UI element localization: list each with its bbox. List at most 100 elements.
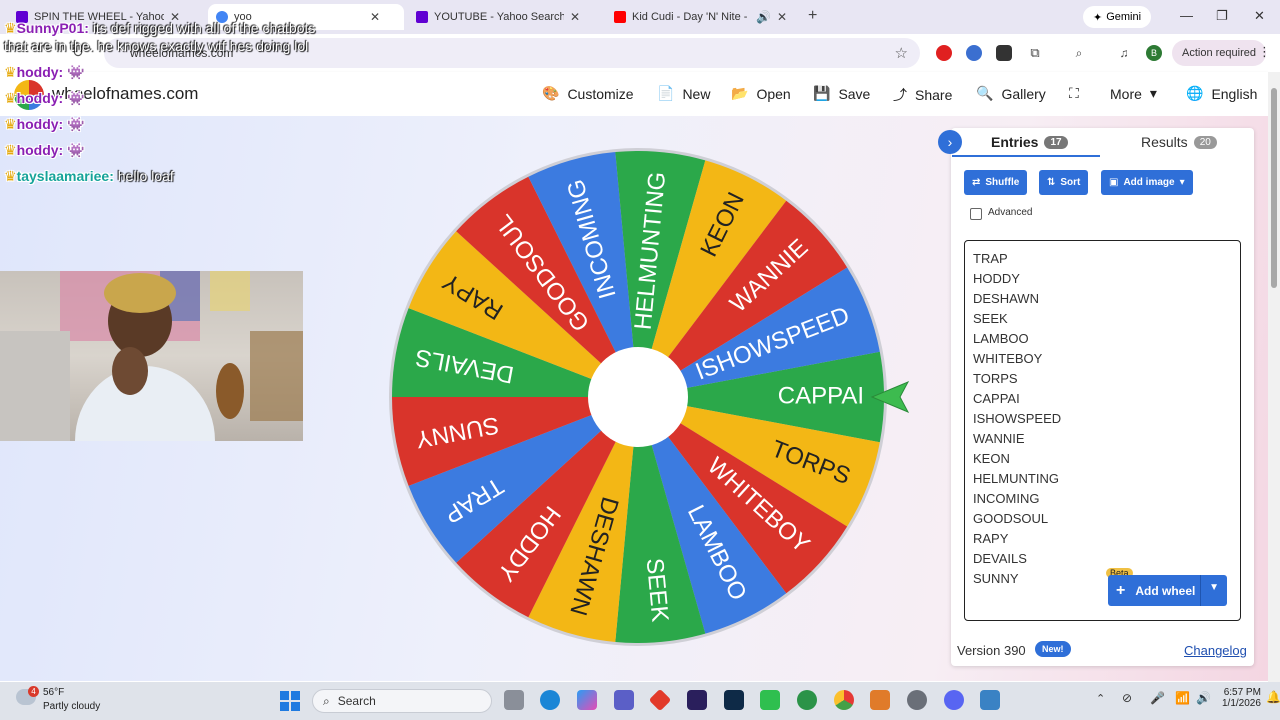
chat-message: ♛hoddy: 👾 <box>4 142 85 159</box>
entry-item[interactable]: HELMUNTING <box>973 469 1061 489</box>
add-image-label: Add image <box>1123 177 1175 188</box>
entry-item[interactable]: RAPY <box>973 529 1061 549</box>
network-off-icon[interactable]: ⊘ <box>1122 691 1132 705</box>
name-wheel[interactable]: CAPPAITORPSWHITEBOYLAMBOOSEEKDESHAWNHODD… <box>388 147 888 647</box>
weather-temperature[interactable]: 56°F <box>43 687 64 698</box>
microphone-icon[interactable]: 🎤 <box>1150 691 1165 705</box>
collapse-panel-button[interactable]: › <box>938 130 962 154</box>
gemini-button[interactable]: ✦ Gemini <box>1083 6 1152 28</box>
tab-results[interactable]: Results 20 <box>1141 134 1217 150</box>
crown-icon: ♛ <box>4 64 17 80</box>
fullscreen-button[interactable]: ⛶ <box>1069 85 1079 102</box>
tab-entries-label: Entries <box>991 134 1039 150</box>
search-icon: 🔍 <box>976 85 994 101</box>
close-tab-icon[interactable]: ✕ <box>777 10 787 24</box>
extension-dark-icon[interactable] <box>996 45 1012 61</box>
windows-taskbar <box>0 682 1280 720</box>
chat-message: that are in the. he knows exactly wtf he… <box>4 38 308 54</box>
orange-app-icon[interactable] <box>870 690 890 710</box>
entry-item[interactable]: SUNNY <box>973 569 1061 589</box>
streaming-app-icon[interactable] <box>760 690 780 710</box>
entry-item[interactable]: TRAP <box>973 249 1061 269</box>
bookmark-star-icon[interactable]: ☆ <box>895 44 908 62</box>
chevron-up-icon[interactable]: ⌃ <box>1096 692 1105 705</box>
close-tab-icon[interactable]: ✕ <box>570 10 580 24</box>
entry-item[interactable]: TORPS <box>973 369 1061 389</box>
close-tab-icon[interactable]: ✕ <box>370 10 380 24</box>
extensions-puzzle-icon[interactable]: ⧉ <box>1027 45 1043 61</box>
teams-icon[interactable] <box>614 690 634 710</box>
image-icon: ▣ <box>1109 177 1119 188</box>
profile-avatar-icon[interactable]: B <box>1146 45 1162 61</box>
more-button[interactable]: More ▾ <box>1110 85 1157 102</box>
browser-menu-icon[interactable]: ⋮ <box>1258 44 1271 60</box>
chat-text: hello loaf <box>117 168 174 184</box>
chevron-down-icon[interactable]: ▼ <box>1209 582 1219 593</box>
entry-item[interactable]: INCOMING <box>973 489 1061 509</box>
entry-item[interactable]: WHITEBOY <box>973 349 1061 369</box>
tab-kid-cudi[interactable]: Kid Cudi - Day 'N' Nite - Yo 🔊 ✕ <box>606 4 802 30</box>
taskbar-search-input[interactable]: ⌕ Search <box>312 689 492 713</box>
photoshop-icon[interactable] <box>724 690 744 710</box>
notepad-icon[interactable] <box>980 690 1000 710</box>
scrollbar-thumb[interactable] <box>1271 88 1277 288</box>
weather-description[interactable]: Partly cloudy <box>43 701 100 712</box>
close-window-icon[interactable]: ✕ <box>1254 8 1265 24</box>
restore-icon[interactable]: ❐ <box>1216 8 1228 24</box>
entry-item[interactable]: DEVAILS <box>973 549 1061 569</box>
changelog-link[interactable]: Changelog <box>1184 643 1247 658</box>
language-button[interactable]: 🌐 English <box>1186 85 1257 102</box>
task-view-icon[interactable] <box>504 690 524 710</box>
new-button[interactable]: 📄 New <box>657 85 710 102</box>
chrome-profile-icon[interactable] <box>797 690 817 710</box>
tab-entries[interactable]: Entries 17 <box>991 134 1068 150</box>
customize-button[interactable]: 🎨 Customize <box>542 85 634 102</box>
premiere-icon[interactable] <box>687 690 707 710</box>
windows-start-icon[interactable] <box>280 691 300 711</box>
entry-item[interactable]: WANNIE <box>973 429 1061 449</box>
save-button[interactable]: 💾 Save <box>813 85 870 102</box>
chrome-icon[interactable] <box>834 690 854 710</box>
tab-search-icon[interactable]: ⌕ <box>1071 45 1087 61</box>
entry-item[interactable]: CAPPAI <box>973 389 1061 409</box>
discord-icon[interactable] <box>944 690 964 710</box>
entry-item[interactable]: GOODSOUL <box>973 509 1061 529</box>
folder-icon: 📂 <box>731 85 749 101</box>
minimize-icon[interactable]: — <box>1180 8 1193 23</box>
gallery-label: Gallery <box>1001 85 1046 102</box>
taskbar-clock[interactable]: 6:57 PM 1/1/2026 <box>1222 687 1261 709</box>
add-wheel-button[interactable]: + Add wheel ▼ <box>1108 575 1227 606</box>
search-icon: ⌕ <box>323 693 330 708</box>
new-label: New <box>682 85 711 102</box>
wifi-icon[interactable]: 📶 <box>1175 691 1190 705</box>
copilot-icon[interactable] <box>577 690 597 710</box>
entry-item[interactable]: LAMBOO <box>973 329 1061 349</box>
extension-blue-icon[interactable] <box>966 45 982 61</box>
open-button[interactable]: 📂 Open <box>731 85 791 102</box>
action-required-button[interactable]: Action required <box>1172 40 1266 66</box>
entry-item[interactable]: HODDY <box>973 269 1061 289</box>
notifications-bell-icon[interactable]: 🔔 <box>1266 690 1280 704</box>
volume-icon[interactable]: 🔊 <box>1196 691 1211 705</box>
add-image-button[interactable]: ▣ Add image ▾ <box>1101 170 1193 195</box>
advanced-checkbox[interactable] <box>970 208 982 220</box>
extension-red-icon[interactable] <box>936 45 952 61</box>
speaker-icon[interactable]: 🔊 <box>756 10 771 24</box>
webcam-feed <box>0 271 303 441</box>
entry-item[interactable]: ISHOWSPEED <box>973 409 1061 429</box>
obs-icon[interactable] <box>907 690 927 710</box>
shuffle-button[interactable]: ⇄ Shuffle <box>964 170 1028 195</box>
sort-button[interactable]: ⇅ Sort <box>1039 170 1089 195</box>
entry-item[interactable]: DESHAWN <box>973 289 1061 309</box>
edge-icon[interactable] <box>540 690 560 710</box>
media-controls-icon[interactable]: ♫ <box>1116 45 1132 61</box>
share-button[interactable]: ⤴ Share <box>893 85 952 105</box>
wheel-center-button[interactable] <box>588 347 688 447</box>
new-tab-icon[interactable]: + <box>808 7 817 25</box>
plus-icon: + <box>1116 581 1126 599</box>
entry-item[interactable]: KEON <box>973 449 1061 469</box>
gallery-button[interactable]: 🔍 Gallery <box>976 85 1046 102</box>
entry-item[interactable]: SEEK <box>973 309 1061 329</box>
language-label: English <box>1211 85 1258 102</box>
tab-youtube-search[interactable]: YOUTUBE - Yahoo Search Results ✕ <box>408 4 604 30</box>
